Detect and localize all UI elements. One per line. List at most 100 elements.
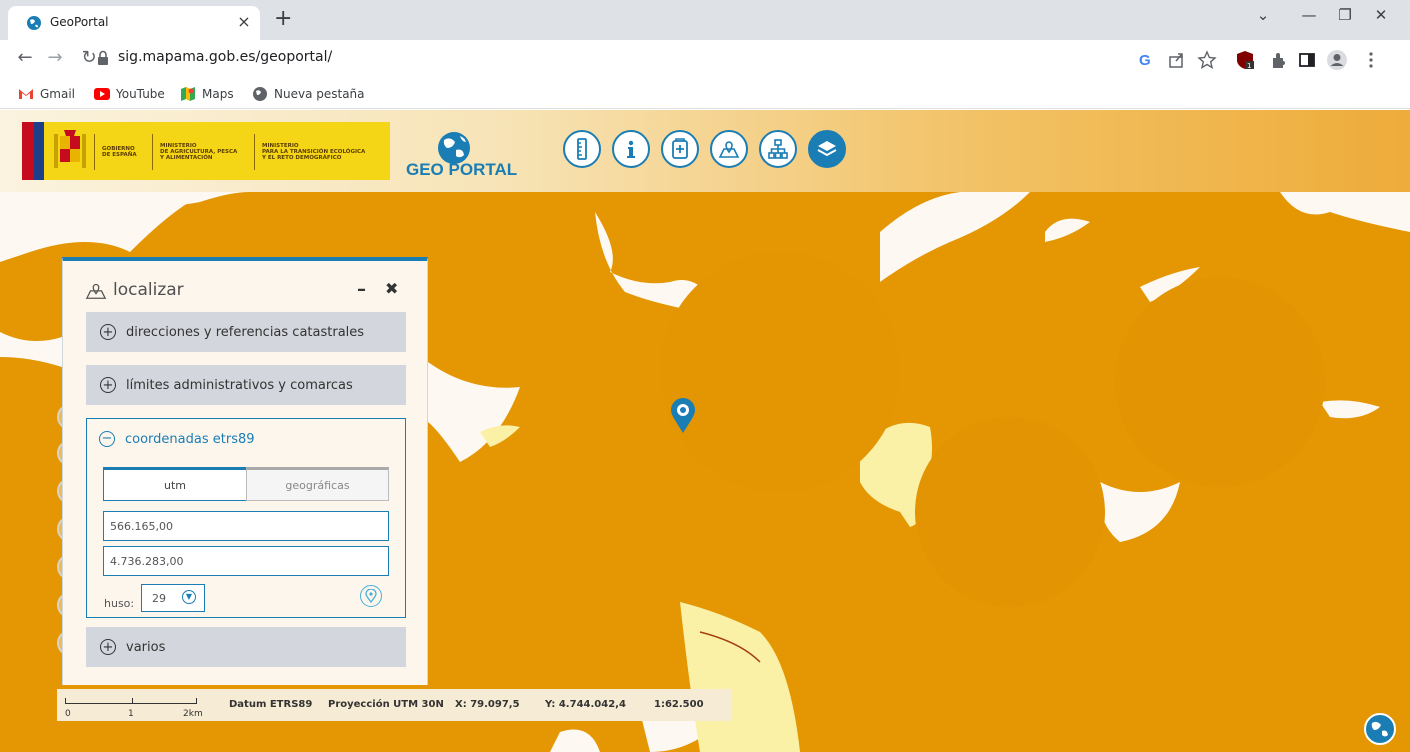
huso-value: 29 bbox=[152, 592, 166, 605]
accordion-coordenadas: − coordenadas etrs89 utm geográficas 566… bbox=[86, 418, 406, 618]
measure-tool-button[interactable] bbox=[563, 130, 601, 168]
new-tab-button[interactable]: + bbox=[274, 8, 292, 30]
datum-label: Datum ETRS89 bbox=[229, 699, 313, 710]
back-button[interactable]: ← bbox=[14, 48, 36, 68]
chevron-down-icon: ▼ bbox=[182, 590, 196, 604]
google-icon[interactable]: G bbox=[1134, 49, 1156, 71]
ministry2-text: MINISTERIO PARA LA TRANSICIÓN ECOLÓGICA … bbox=[262, 143, 365, 161]
info-tool-button[interactable] bbox=[612, 130, 650, 168]
svg-text:1: 1 bbox=[1247, 62, 1251, 70]
accordion-coordenadas-header[interactable]: − coordenadas etrs89 bbox=[99, 431, 255, 447]
logo-divider bbox=[94, 134, 95, 170]
expand-plus-icon: + bbox=[100, 377, 116, 393]
accordion-limites[interactable]: + límites administrativos y comarcas bbox=[86, 365, 406, 405]
profile-avatar-icon[interactable] bbox=[1326, 49, 1348, 71]
close-window-button[interactable]: ✕ bbox=[1366, 6, 1396, 24]
projection-label: Proyección UTM 30N bbox=[328, 699, 444, 710]
panel-minimize-button[interactable]: – bbox=[357, 279, 366, 300]
bookmark-tool-button[interactable] bbox=[661, 130, 699, 168]
gov-line: DE ESPAÑA bbox=[102, 152, 137, 158]
maps-icon bbox=[181, 87, 195, 101]
scale-label: 0 bbox=[65, 709, 71, 719]
status-bar: 0 1 2km Datum ETRS89 Proyección UTM 30N … bbox=[57, 689, 731, 721]
bookmark-star-icon[interactable] bbox=[1196, 49, 1218, 71]
bookmark-maps[interactable]: Maps bbox=[180, 84, 234, 104]
bookmarks-bar: Gmail YouTube Maps Nueva pestaña bbox=[0, 79, 1410, 109]
localizar-panel: localizar – ✖ + direcciones y referencia… bbox=[62, 257, 428, 685]
info-icon bbox=[627, 140, 635, 158]
utm-x-input[interactable]: 566.165,00 bbox=[103, 511, 389, 541]
logo-divider bbox=[254, 134, 255, 170]
y-coordinate: Y: 4.744.042,4 bbox=[545, 699, 626, 710]
map-scale: 1:62.500 bbox=[654, 699, 704, 710]
accordion-label: coordenadas etrs89 bbox=[125, 431, 255, 447]
utm-y-input[interactable]: 4.736.283,00 bbox=[103, 546, 389, 576]
side-panel-icon[interactable] bbox=[1296, 49, 1318, 71]
bookmark-label: YouTube bbox=[116, 87, 165, 101]
location-marker-icon[interactable] bbox=[670, 398, 696, 434]
bookmark-add-icon bbox=[672, 138, 688, 159]
url-input[interactable]: sig.mapama.gob.es/geoportal/ bbox=[118, 49, 332, 65]
bookmark-label: Nueva pestaña bbox=[274, 87, 365, 101]
locate-coordinates-button[interactable] bbox=[360, 585, 382, 607]
flag-red bbox=[22, 122, 34, 180]
restore-button[interactable]: ❐ bbox=[1330, 6, 1360, 24]
ublock-icon[interactable]: 1 bbox=[1234, 49, 1256, 71]
menu-kebab-icon[interactable] bbox=[1360, 49, 1382, 71]
tab-geograficas[interactable]: geográficas bbox=[246, 467, 389, 501]
basemap-globe-button[interactable] bbox=[1364, 713, 1396, 745]
map-pin-icon bbox=[718, 141, 740, 158]
minimize-button[interactable]: — bbox=[1294, 6, 1324, 24]
layers-tool-button[interactable] bbox=[808, 130, 846, 168]
huso-label: huso: bbox=[104, 597, 135, 610]
ministry-line: Y EL RETO DEMOGRÁFICO bbox=[262, 155, 342, 161]
tab-utm[interactable]: utm bbox=[103, 467, 246, 501]
globe-icon bbox=[1371, 721, 1388, 737]
share-icon[interactable] bbox=[1166, 49, 1188, 71]
accordion-varios[interactable]: + varios bbox=[86, 627, 406, 667]
browser-tabstrip: GeoPortal × + ⌄ — ❐ ✕ bbox=[0, 0, 1410, 40]
collapse-minus-icon: − bbox=[99, 431, 115, 447]
logo-divider bbox=[152, 134, 153, 170]
tree-tool-button[interactable] bbox=[759, 130, 797, 168]
lock-icon[interactable] bbox=[96, 50, 110, 66]
ministry-line: Y ALIMENTACIÓN bbox=[160, 155, 213, 161]
extensions-icon[interactable] bbox=[1268, 49, 1290, 71]
accordion-label: límites administrativos y comarcas bbox=[126, 377, 353, 393]
accordion-label: direcciones y referencias catastrales bbox=[126, 324, 365, 340]
sitemap-icon bbox=[768, 139, 788, 159]
expand-plus-icon: + bbox=[100, 639, 116, 655]
bookmark-youtube[interactable]: YouTube bbox=[94, 84, 165, 104]
tab-search-icon[interactable]: ⌄ bbox=[1248, 6, 1278, 24]
app-header: GOBIERNO DE ESPAÑA MINISTERIO DE AGRICUL… bbox=[0, 110, 1410, 192]
accordion-direcciones[interactable]: + direcciones y referencias catastrales bbox=[86, 312, 406, 352]
panel-header: localizar bbox=[85, 279, 184, 301]
tab-title: GeoPortal bbox=[50, 15, 109, 29]
map-pin-icon bbox=[85, 283, 107, 299]
ministry1-text: MINISTERIO DE AGRICULTURA, PESCA Y ALIME… bbox=[160, 143, 237, 161]
coat-of-arms-icon bbox=[54, 130, 86, 168]
huso-select[interactable]: 29 ▼ bbox=[141, 584, 205, 612]
panel-close-button[interactable]: ✖ bbox=[385, 279, 398, 298]
youtube-icon bbox=[94, 88, 110, 100]
forward-button[interactable]: → bbox=[44, 48, 66, 68]
scale-tick bbox=[132, 698, 133, 703]
eu-flag bbox=[34, 122, 44, 180]
geoportal-title[interactable]: GEO PORTAL bbox=[406, 160, 517, 180]
svg-text:G: G bbox=[1139, 52, 1151, 69]
browser-tab[interactable]: GeoPortal × bbox=[8, 6, 260, 40]
expand-plus-icon: + bbox=[100, 324, 116, 340]
tab-close-icon[interactable]: × bbox=[234, 12, 254, 31]
bookmark-label: Gmail bbox=[40, 87, 76, 101]
bookmark-nueva-pestana[interactable]: Nueva pestaña bbox=[252, 84, 365, 104]
locate-tool-button[interactable] bbox=[710, 130, 748, 168]
ruler-icon bbox=[577, 138, 587, 160]
browser-toolbar: ← → ↻ sig.mapama.gob.es/geoportal/ G 1 bbox=[0, 40, 1410, 79]
bookmark-gmail[interactable]: Gmail bbox=[18, 84, 75, 104]
scale-label: 2km bbox=[183, 709, 203, 719]
pin-icon bbox=[365, 589, 377, 603]
gov-text: GOBIERNO DE ESPAÑA bbox=[102, 146, 137, 158]
government-logo[interactable]: GOBIERNO DE ESPAÑA MINISTERIO DE AGRICUL… bbox=[22, 122, 390, 180]
geoportal-favicon-icon bbox=[27, 16, 41, 30]
bookmark-label: Maps bbox=[202, 87, 234, 101]
